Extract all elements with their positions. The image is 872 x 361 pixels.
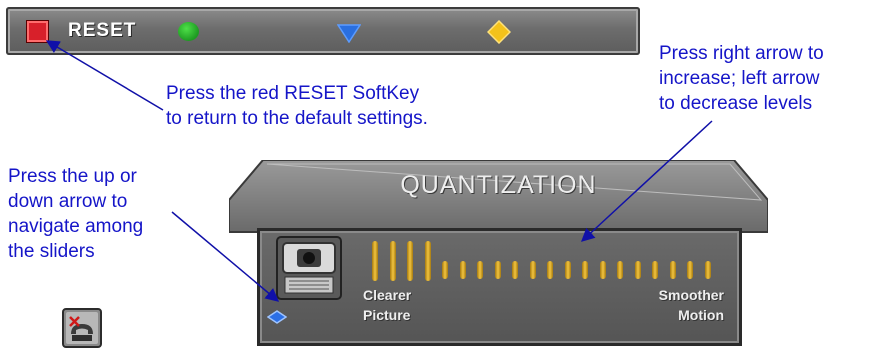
reset-arrow <box>45 40 164 111</box>
level-arrow <box>581 120 713 242</box>
annotation-arrows <box>45 40 713 302</box>
navigate-arrow <box>171 211 280 302</box>
